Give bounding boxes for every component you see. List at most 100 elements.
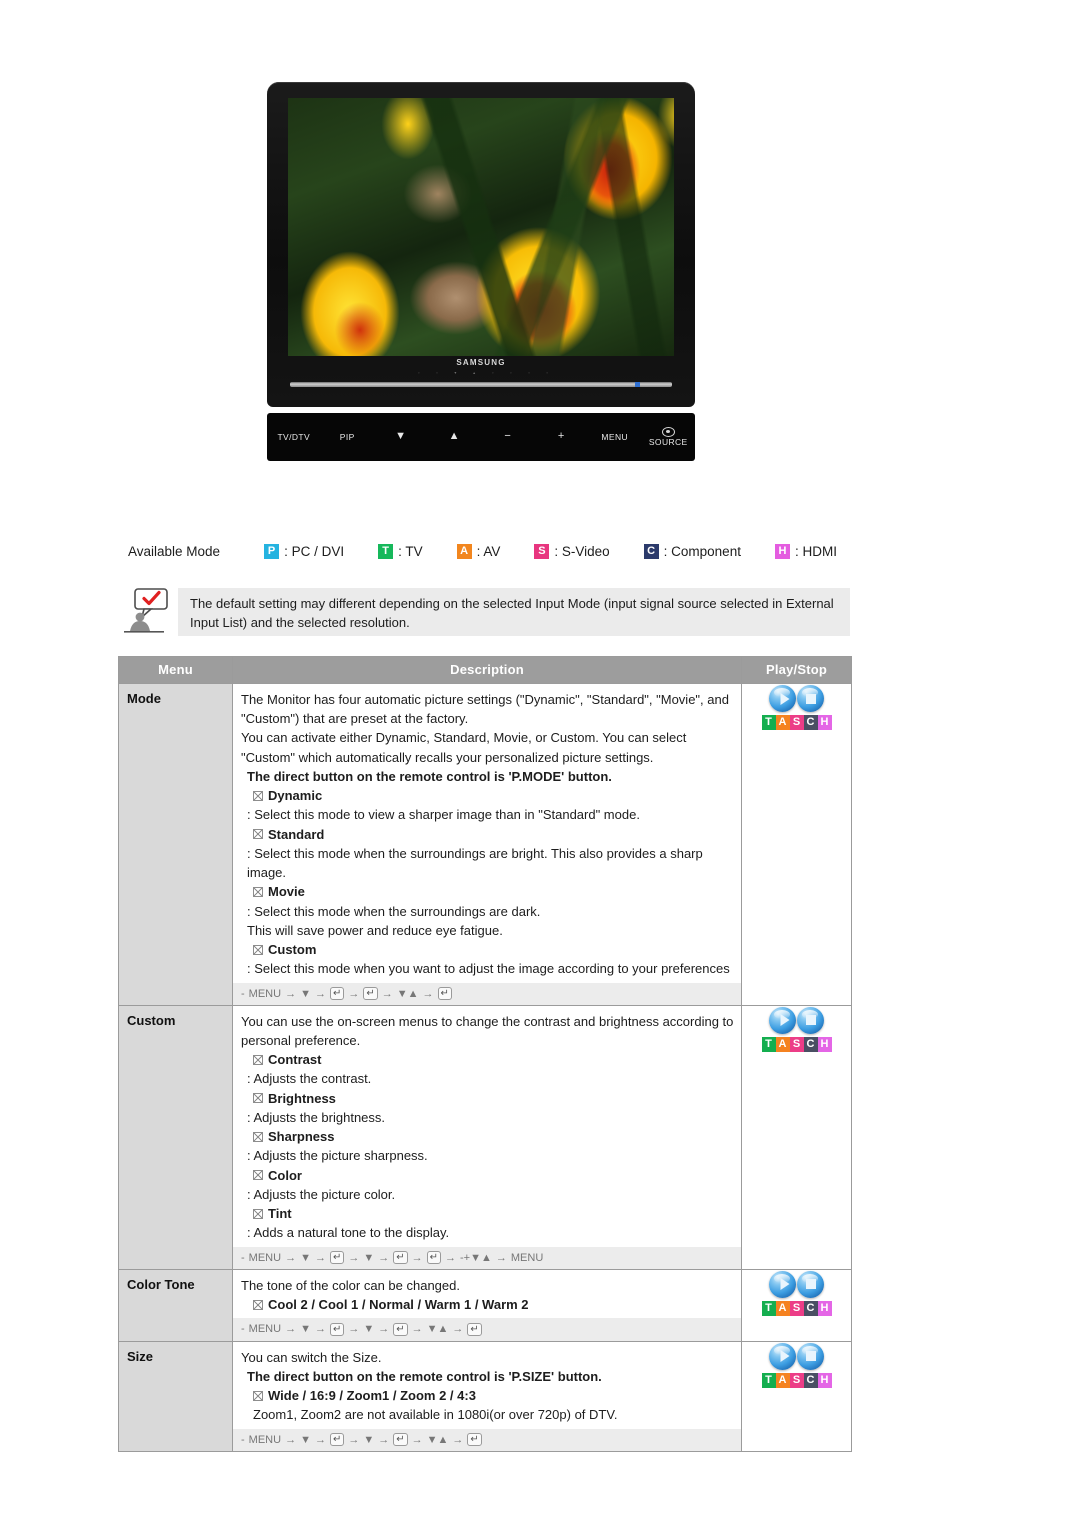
- sub-item-standard-desc: : Select this mode when the surroundings…: [247, 845, 703, 881]
- sub-item-tint: Tint: [253, 1204, 735, 1223]
- note-callout: The default setting may different depend…: [178, 588, 850, 636]
- mode-intro-2: You can activate either Dynamic, Standar…: [241, 730, 687, 765]
- np-dash: -: [241, 1251, 245, 1264]
- sub-item-contrast-desc: : Adjusts the contrast.: [247, 1071, 372, 1087]
- np-enter-key-icon: ↵: [393, 1322, 408, 1336]
- chin-key: ▫: [436, 370, 438, 375]
- sub-item-custom-desc: : Select this mode when you want to adju…: [247, 961, 730, 977]
- navigation-path-custom: - MENU → ▼ → ↵ → ▼ → ↵ → ↵ → -+▼▲ → MENU: [233, 1246, 741, 1269]
- available-mode-pc-dvi: P : PC / DVI: [264, 544, 344, 559]
- square-bullet-icon: [253, 1390, 263, 1401]
- sub-item-color-label: Color: [268, 1167, 302, 1183]
- sub-item-size-options: Wide / 16:9 / Zoom1 / Zoom 2 / 4:3: [253, 1386, 735, 1405]
- table-row: Size You can switch the Size. The direct…: [118, 1340, 852, 1452]
- sub-item-movie-desc: : Select this mode when the surroundings…: [247, 903, 541, 938]
- np-down: ▼: [363, 1251, 375, 1264]
- np-arrow: →: [411, 1323, 423, 1336]
- color-tone-options-label: Cool 2 / Cool 1 / Normal / Warm 1 / Warm…: [268, 1297, 529, 1313]
- sub-item-tint-label: Tint: [268, 1206, 292, 1222]
- tasch-letter-s: S: [789, 1372, 804, 1388]
- np-enter-key-icon: ↵: [437, 987, 452, 1001]
- available-mode-component-label: : Component: [663, 544, 741, 559]
- play-button[interactable]: [769, 1342, 796, 1370]
- tv-dtv-button[interactable]: TV/DTV: [267, 432, 321, 442]
- note-text: The default setting may different depend…: [190, 596, 834, 630]
- tasch-letters: T A S C H: [761, 1036, 832, 1052]
- available-mode-hdmi-label: : HDMI: [794, 544, 837, 559]
- tasch-letter-h: H: [817, 1300, 832, 1316]
- np-arrow: →: [348, 1323, 360, 1336]
- square-bullet-icon: [253, 1208, 263, 1219]
- monitor-illustration: SAMSUNG ▫ ▫ ▾ ▴ ▫ ▫ ▫ ▫ TV/DTV PIP ▼ ▲ −…: [267, 82, 695, 467]
- available-mode-s-video: S : S-Video: [534, 544, 610, 559]
- menu-button[interactable]: MENU: [588, 432, 642, 442]
- sub-item-dynamic: Dynamic: [253, 786, 735, 805]
- play-button[interactable]: [769, 1270, 796, 1298]
- play-stop-buttons: [762, 685, 832, 712]
- np-arrow: →: [452, 1323, 464, 1336]
- np-dash: -: [241, 987, 245, 1000]
- play-button[interactable]: [769, 1006, 796, 1034]
- badge-c-icon: C: [643, 544, 659, 559]
- np-arrow: →: [422, 987, 434, 1000]
- play-stop-buttons: [762, 1006, 832, 1034]
- navigation-path-size: - MENU → ▼ → ↵ → ▼ → ↵ → ▼▲ → ↵: [233, 1428, 741, 1451]
- sub-item-dynamic-label: Dynamic: [268, 788, 323, 804]
- table-header-row: Menu Description Play/Stop: [118, 656, 852, 684]
- pip-button[interactable]: PIP: [321, 432, 375, 442]
- play-icon: [780, 1278, 789, 1291]
- navigation-path-color-tone: - MENU → ▼ → ↵ → ▼ → ↵ → ▼▲ → ↵: [233, 1318, 741, 1341]
- source-button[interactable]: SOURCE: [642, 427, 696, 447]
- stop-button[interactable]: [797, 685, 824, 712]
- menu-name-size: Size: [118, 1340, 233, 1452]
- stop-button[interactable]: [797, 1270, 824, 1298]
- tasch-letter-c: C: [803, 1036, 818, 1052]
- np-arrow: →: [285, 1433, 297, 1446]
- np-updown: ▼▲: [426, 1323, 449, 1336]
- play-stop-mode: T A S C H: [741, 683, 852, 1006]
- np-arrow: →: [348, 1433, 360, 1446]
- np-arrow: →: [348, 1251, 360, 1264]
- sub-item-brightness: Brightness: [253, 1089, 735, 1108]
- sub-item-contrast: Contrast: [253, 1050, 735, 1069]
- menu-name-custom: Custom: [118, 1004, 233, 1270]
- np-arrow: →: [381, 987, 393, 1000]
- sub-item-custom-label: Custom: [268, 942, 317, 958]
- plus-button[interactable]: +: [535, 431, 589, 443]
- sub-item-standard: Standard: [253, 825, 735, 844]
- available-mode-tv: T : TV: [378, 544, 423, 559]
- np-arrow: →: [314, 987, 326, 1000]
- np-adjust: -+▼▲: [460, 1251, 492, 1264]
- sub-item-sharpness: Sharpness: [253, 1127, 735, 1146]
- np-down: ▼: [300, 1433, 311, 1446]
- play-stop-color-tone: T A S C H: [741, 1268, 852, 1342]
- np-menu: MENU: [248, 987, 282, 1000]
- np-enter-key-icon: ↵: [363, 987, 378, 1001]
- np-updown: ▼▲: [396, 987, 419, 1000]
- np-arrow: →: [378, 1433, 390, 1446]
- size-zoom-note: Zoom1, Zoom2 are not available in 1080i(…: [253, 1407, 618, 1423]
- chin-key: ▫: [546, 370, 548, 375]
- tasch-letter-h: H: [817, 1036, 832, 1052]
- np-down: ▼: [300, 1251, 311, 1264]
- play-button[interactable]: [769, 685, 796, 712]
- np-arrow: →: [445, 1251, 457, 1264]
- down-arrow-button[interactable]: ▼: [374, 431, 428, 443]
- stop-button[interactable]: [797, 1342, 824, 1370]
- column-header-play-stop: Play/Stop: [741, 656, 852, 684]
- available-mode-legend: Available Mode P : PC / DVI T : TV A : A…: [128, 544, 871, 559]
- stop-button[interactable]: [797, 1006, 824, 1034]
- square-bullet-icon: [253, 886, 263, 897]
- stop-icon: [805, 1015, 816, 1026]
- tasch-letters: T A S C H: [761, 1300, 832, 1316]
- np-enter-key-icon: ↵: [329, 1322, 345, 1336]
- stop-icon: [805, 693, 816, 704]
- description-mode: The Monitor has four automatic picture s…: [232, 683, 742, 1006]
- up-arrow-button[interactable]: ▲: [428, 431, 482, 443]
- play-stop-size: T A S C H: [741, 1340, 852, 1452]
- minus-button[interactable]: −: [481, 431, 535, 443]
- np-arrow: →: [285, 987, 297, 1000]
- monitor-bezel: SAMSUNG ▫ ▫ ▾ ▴ ▫ ▫ ▫ ▫: [267, 82, 695, 407]
- tasch-widget: T A S C H: [761, 1342, 832, 1388]
- tasch-widget: T A S C H: [761, 1270, 832, 1316]
